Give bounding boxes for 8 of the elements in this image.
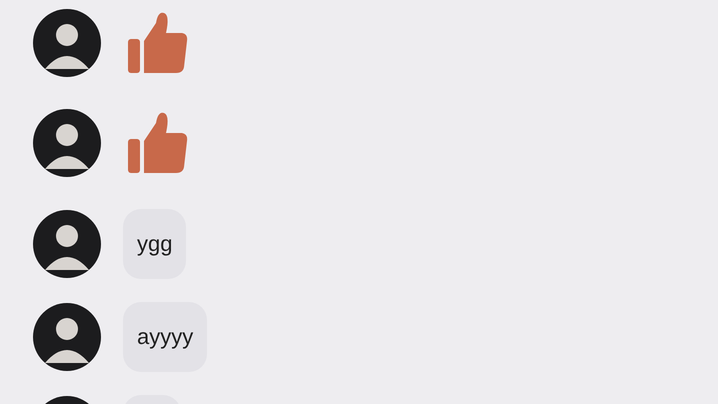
- message-bubble: ygg: [123, 209, 186, 279]
- message-bubble: ayyyy: [123, 302, 208, 372]
- avatar-icon: [33, 303, 101, 371]
- avatar-icon: [33, 9, 101, 77]
- thumbs-up-icon: [128, 11, 188, 73]
- avatar-icon: [33, 109, 101, 177]
- avatar-icon: [33, 210, 101, 278]
- thumbs-up-icon: [128, 111, 188, 173]
